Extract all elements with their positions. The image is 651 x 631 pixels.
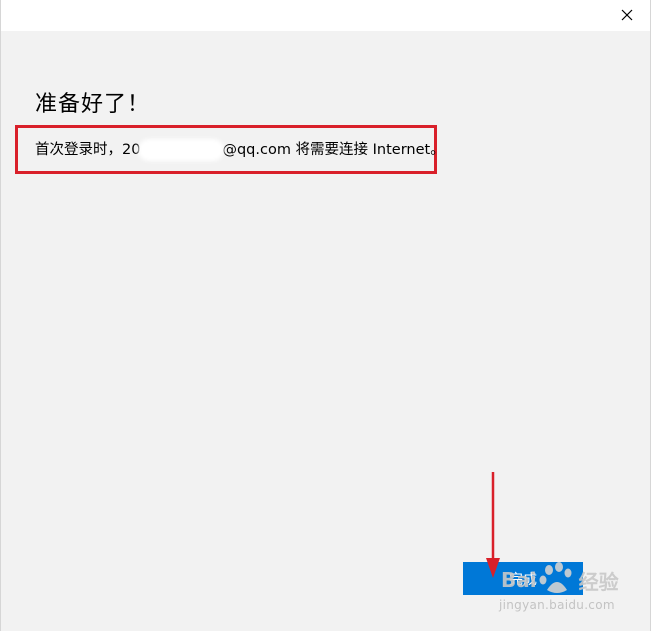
page-title: 准备好了！ xyxy=(35,92,151,117)
title-bar xyxy=(1,0,650,31)
connection-message: 首次登录时，20 @qq.com 将需要连接 Internet。 xyxy=(35,138,445,161)
annotation-arrow-icon xyxy=(486,472,500,578)
message-prefix: 首次登录时，20 xyxy=(35,142,141,158)
watermark-url: jingyan.baidu.com xyxy=(499,598,615,612)
redacted-account xyxy=(138,139,225,161)
dialog-window: 准备好了！ 首次登录时，20 @qq.com 将需要连接 Internet。 完成… xyxy=(0,0,651,631)
watermark-brand-cn: 经验 xyxy=(578,569,619,594)
message-suffix: @qq.com 将需要连接 Internet。 xyxy=(222,142,445,158)
close-icon xyxy=(621,9,633,21)
done-button[interactable]: 完成 xyxy=(463,562,583,595)
close-button[interactable] xyxy=(616,4,638,26)
